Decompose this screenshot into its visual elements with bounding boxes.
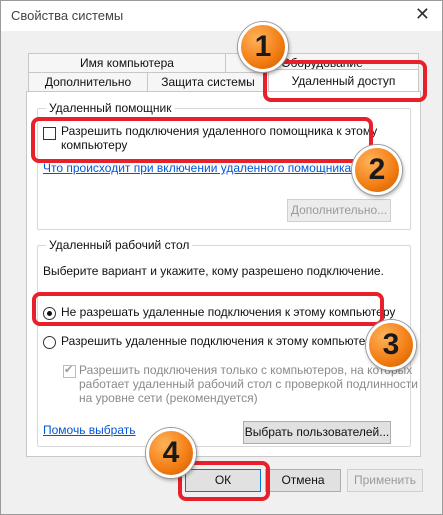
deny-connections-radio[interactable] [43, 307, 56, 320]
window-title: Свойства системы [11, 8, 124, 23]
allow-connections-label: Разрешить удаленные подключения к этому … [61, 334, 378, 348]
deny-connections-label: Не разрешать удаленные подключения к это… [61, 305, 396, 319]
remote-assistance-checkbox[interactable] [43, 127, 56, 140]
tab-advanced[interactable]: Дополнительно [28, 72, 148, 92]
nla-label-1: Разрешить подключения только с компьютер… [79, 363, 413, 377]
step-marker-4: 4 [146, 428, 196, 478]
remote-assistance-title: Удаленный помощник [46, 101, 175, 115]
nla-label-2: работает удаленный рабочий стол с провер… [79, 377, 418, 391]
help-choose-link[interactable]: Помочь выбрать [43, 423, 136, 437]
cancel-button[interactable]: Отмена [265, 469, 341, 492]
ok-button[interactable]: ОК [185, 469, 261, 492]
remote-desktop-instruction: Выберите вариант и укажите, кому разреше… [43, 264, 384, 278]
step-marker-2: 2 [352, 145, 402, 195]
allow-connections-radio[interactable] [43, 336, 56, 349]
remote-assistance-help-link[interactable]: Что происходит при включении удаленного … [43, 161, 358, 175]
nla-checkbox[interactable]: ✔ [63, 364, 76, 378]
tab-computer-name[interactable]: Имя компьютера [28, 53, 226, 73]
close-icon[interactable]: ✕ [415, 4, 430, 25]
step-marker-3: 3 [366, 320, 416, 370]
advanced-button[interactable]: Дополнительно... [287, 199, 391, 222]
remote-desktop-title: Удаленный рабочий стол [46, 238, 193, 252]
apply-button[interactable]: Применить [347, 469, 423, 492]
tab-system-protection[interactable]: Защита системы [147, 72, 269, 92]
remote-tab-panel: Удаленный помощник Разрешить подключения… [26, 91, 421, 457]
radio-selected-dot [47, 311, 52, 316]
step-marker-1: 1 [238, 22, 288, 72]
system-properties-window: Свойства системы ✕ Имя компьютера Оборуд… [0, 0, 443, 515]
tab-remote[interactable]: Удаленный доступ [268, 69, 419, 93]
nla-label-3: на уровне сети (рекомендуется) [79, 391, 258, 405]
remote-assistance-label-2: компьютеру [61, 138, 128, 152]
select-users-button[interactable]: Выбрать пользователей... [243, 421, 391, 444]
title-bar: Свойства системы ✕ [1, 1, 442, 31]
check-icon: ✔ [64, 364, 74, 376]
remote-assistance-label-1: Разрешить подключения удаленного помощни… [61, 124, 378, 138]
